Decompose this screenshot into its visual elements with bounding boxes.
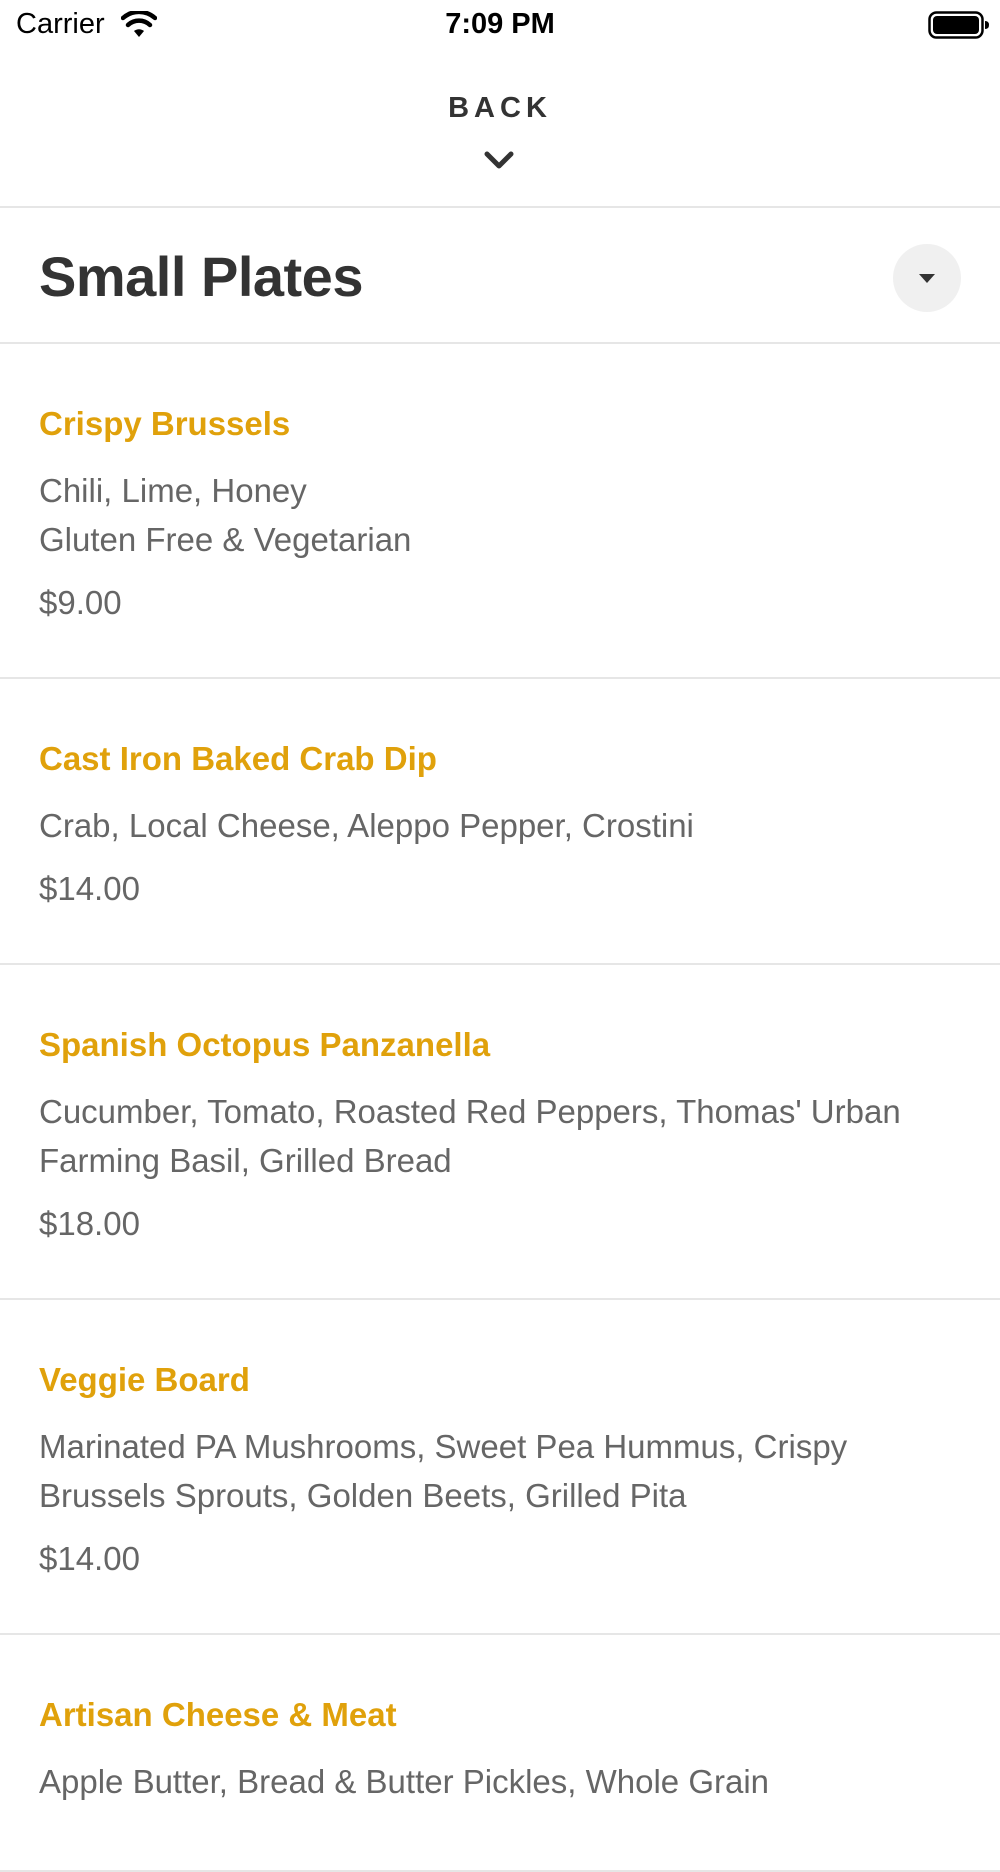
item-price: $14.00 xyxy=(39,1540,140,1577)
menu-item[interactable]: Spanish Octopus Panzanella Cucumber, Tom… xyxy=(0,965,1000,1300)
item-description: Chili, Lime, Honey Gluten Free & Vegetar… xyxy=(39,466,961,564)
back-button[interactable]: BACK xyxy=(0,52,1000,208)
item-name: Veggie Board xyxy=(39,1361,250,1398)
status-time: 7:09 PM xyxy=(445,8,555,40)
item-description-line: Gluten Free & Vegetarian xyxy=(39,521,412,558)
menu-item[interactable]: Crispy Brussels Chili, Lime, Honey Glute… xyxy=(0,344,1000,679)
caret-down-icon xyxy=(919,274,935,283)
item-description-line: Crab, Local Cheese, Aleppo Pepper, Crost… xyxy=(39,807,694,844)
menu-item[interactable]: Cast Iron Baked Crab Dip Crab, Local Che… xyxy=(0,679,1000,965)
item-description: Marinated PA Mushrooms, Sweet Pea Hummus… xyxy=(39,1422,961,1520)
item-price: $18.00 xyxy=(39,1205,140,1242)
item-description-line: Cucumber, Tomato, Roasted Red Peppers, T… xyxy=(39,1093,901,1130)
item-description-line: Brussels Sprouts, Golden Beets, Grilled … xyxy=(39,1477,687,1514)
section-toggle-button[interactable] xyxy=(893,244,961,312)
section-header: Small Plates xyxy=(0,208,1000,344)
battery-full-icon xyxy=(928,11,989,39)
item-name: Artisan Cheese & Meat xyxy=(39,1696,397,1733)
menu-list: Crispy Brussels Chili, Lime, Honey Glute… xyxy=(0,344,1000,1872)
status-bar: Carrier 7:09 PM xyxy=(0,0,1000,52)
item-price: $9.00 xyxy=(39,584,122,621)
menu-item[interactable]: Artisan Cheese & Meat Apple Butter, Brea… xyxy=(0,1635,1000,1872)
back-label: BACK xyxy=(448,92,552,124)
item-description-line: Chili, Lime, Honey xyxy=(39,472,307,509)
item-name: Cast Iron Baked Crab Dip xyxy=(39,740,437,777)
item-description: Apple Butter, Bread & Butter Pickles, Wh… xyxy=(39,1757,961,1806)
item-description-line: Marinated PA Mushrooms, Sweet Pea Hummus… xyxy=(39,1428,848,1465)
menu-item[interactable]: Veggie Board Marinated PA Mushrooms, Swe… xyxy=(0,1300,1000,1635)
item-description-line: Apple Butter, Bread & Butter Pickles, Wh… xyxy=(39,1763,770,1800)
item-description: Cucumber, Tomato, Roasted Red Peppers, T… xyxy=(39,1087,961,1185)
item-description: Crab, Local Cheese, Aleppo Pepper, Crost… xyxy=(39,801,961,850)
section-title: Small Plates xyxy=(39,245,363,308)
item-description-line: Farming Basil, Grilled Bread xyxy=(39,1142,452,1179)
item-name: Crispy Brussels xyxy=(39,405,291,442)
item-name: Spanish Octopus Panzanella xyxy=(39,1026,491,1063)
item-price: $14.00 xyxy=(39,870,140,907)
chevron-down-icon xyxy=(484,151,514,169)
